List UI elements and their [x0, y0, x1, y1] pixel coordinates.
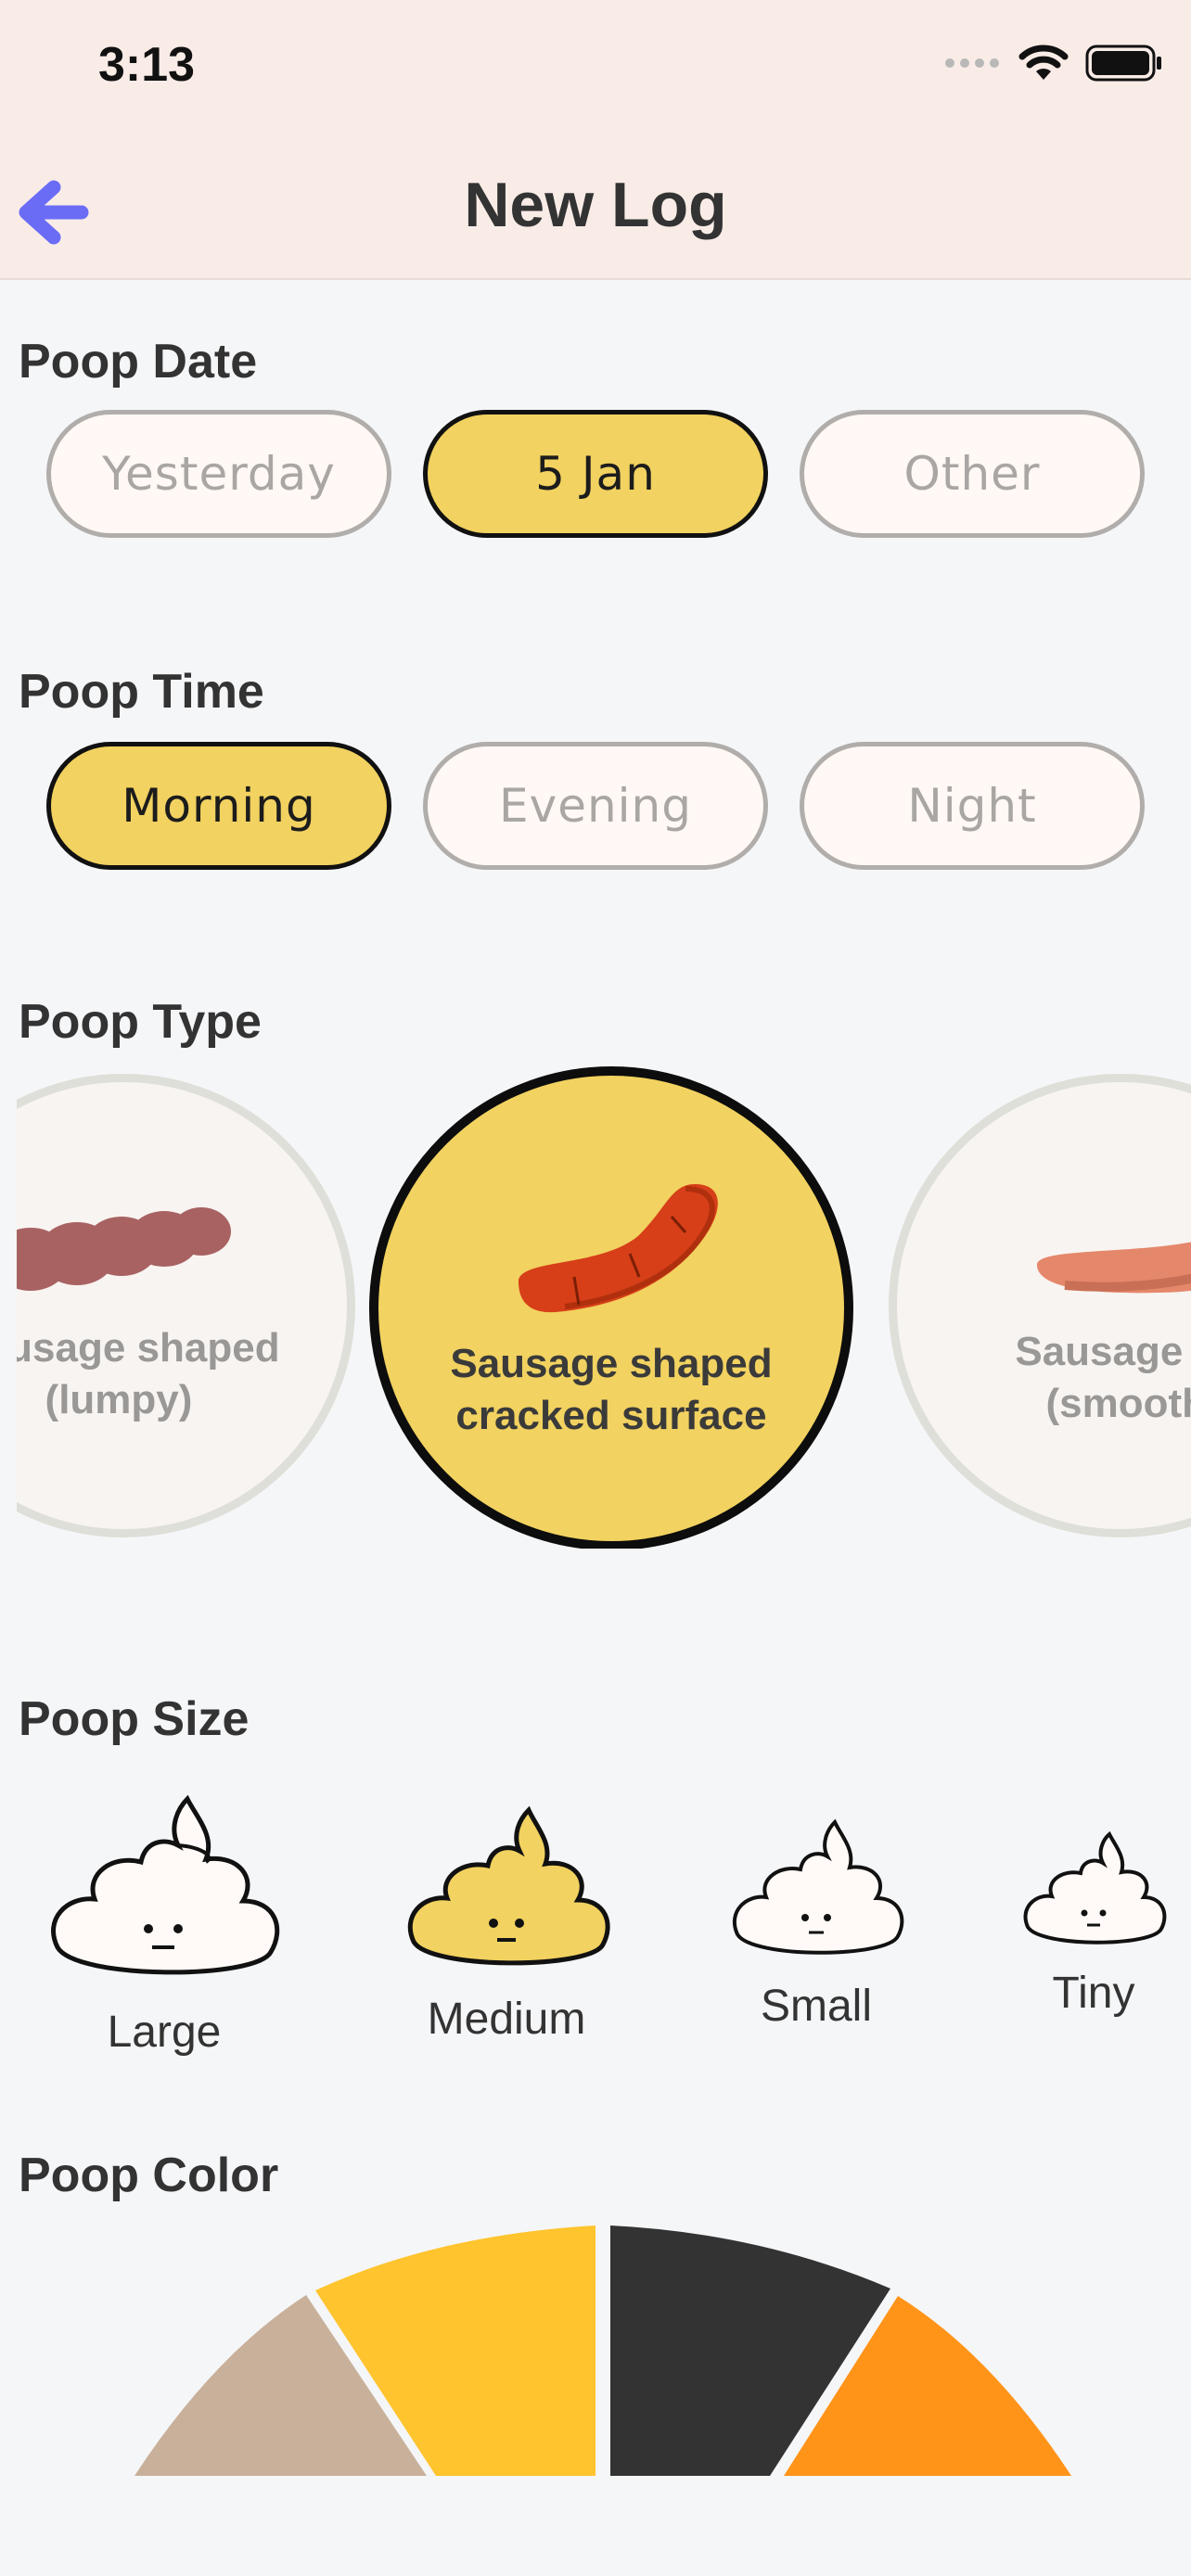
status-time: 3:13 [98, 38, 196, 92]
poop-size-title: Poop Size [19, 1692, 250, 1746]
poop-time-options: Morning Evening Night [46, 742, 1145, 870]
poop-type-title: Poop Type [19, 995, 262, 1049]
smooth-sausage-icon [1037, 1242, 1191, 1294]
size-option-large[interactable]: Large [39, 1790, 289, 2058]
poop-type-option-lumpy[interactable]: Sausage shaped (lumpy) [17, 1074, 355, 1537]
nav-bar: New Log [0, 139, 1191, 280]
time-option-evening[interactable]: Evening [423, 742, 768, 870]
poop-color-wheel [134, 2225, 1071, 2476]
time-option-night[interactable]: Night [800, 742, 1145, 870]
poop-type-label: Sausage shaped cracked surface [450, 1341, 773, 1438]
battery-icon [1085, 45, 1161, 82]
cracked-sausage-icon [519, 1184, 718, 1313]
date-option-yesterday[interactable]: Yesterday [46, 410, 391, 538]
size-option-medium[interactable]: Medium [397, 1803, 616, 2045]
wifi-icon [1018, 45, 1069, 80]
poop-size-options: Large Medium Small Tiny [0, 1771, 1191, 2077]
poop-date-title: Poop Date [19, 335, 258, 389]
poop-type-option-smooth[interactable]: Sausage shaped (smooth soft) [889, 1074, 1191, 1537]
status-bar: 3:13 [0, 0, 1191, 139]
size-option-small[interactable]: Small [724, 1816, 909, 2032]
lumpy-sausage-icon [17, 1207, 231, 1291]
poop-small-icon [732, 1818, 904, 1955]
time-option-morning[interactable]: Morning [46, 742, 391, 870]
poop-type-option-cracked[interactable]: Sausage shaped cracked surface [369, 1066, 853, 1549]
poop-medium-icon [407, 1805, 610, 1966]
poop-large-icon [51, 1794, 280, 1975]
poop-tiny-icon [1023, 1830, 1167, 1945]
status-icons [944, 45, 1163, 82]
size-label: Small [760, 1982, 873, 2031]
date-option-today[interactable]: 5 Jan [423, 410, 768, 538]
poop-type-label: Sausage shaped (smooth soft) [1015, 1329, 1191, 1426]
poop-color-title: Poop Color [19, 2149, 279, 2202]
page-title: New Log [464, 170, 727, 240]
date-option-other[interactable]: Other [800, 410, 1145, 538]
size-label: Large [107, 2008, 222, 2057]
poop-date-options: Yesterday 5 Jan Other [46, 410, 1145, 538]
size-label: Medium [427, 1995, 586, 2044]
signal-dots-icon [945, 58, 999, 68]
poop-type-carousel[interactable]: Sausage shaped (lumpy) Sausage shaped cr… [17, 1066, 1191, 1549]
poop-time-title: Poop Time [19, 665, 264, 719]
poop-type-label: Sausage shaped (lumpy) [17, 1325, 280, 1422]
size-option-tiny[interactable]: Tiny [1017, 1829, 1171, 2019]
size-label: Tiny [1052, 1969, 1135, 2018]
